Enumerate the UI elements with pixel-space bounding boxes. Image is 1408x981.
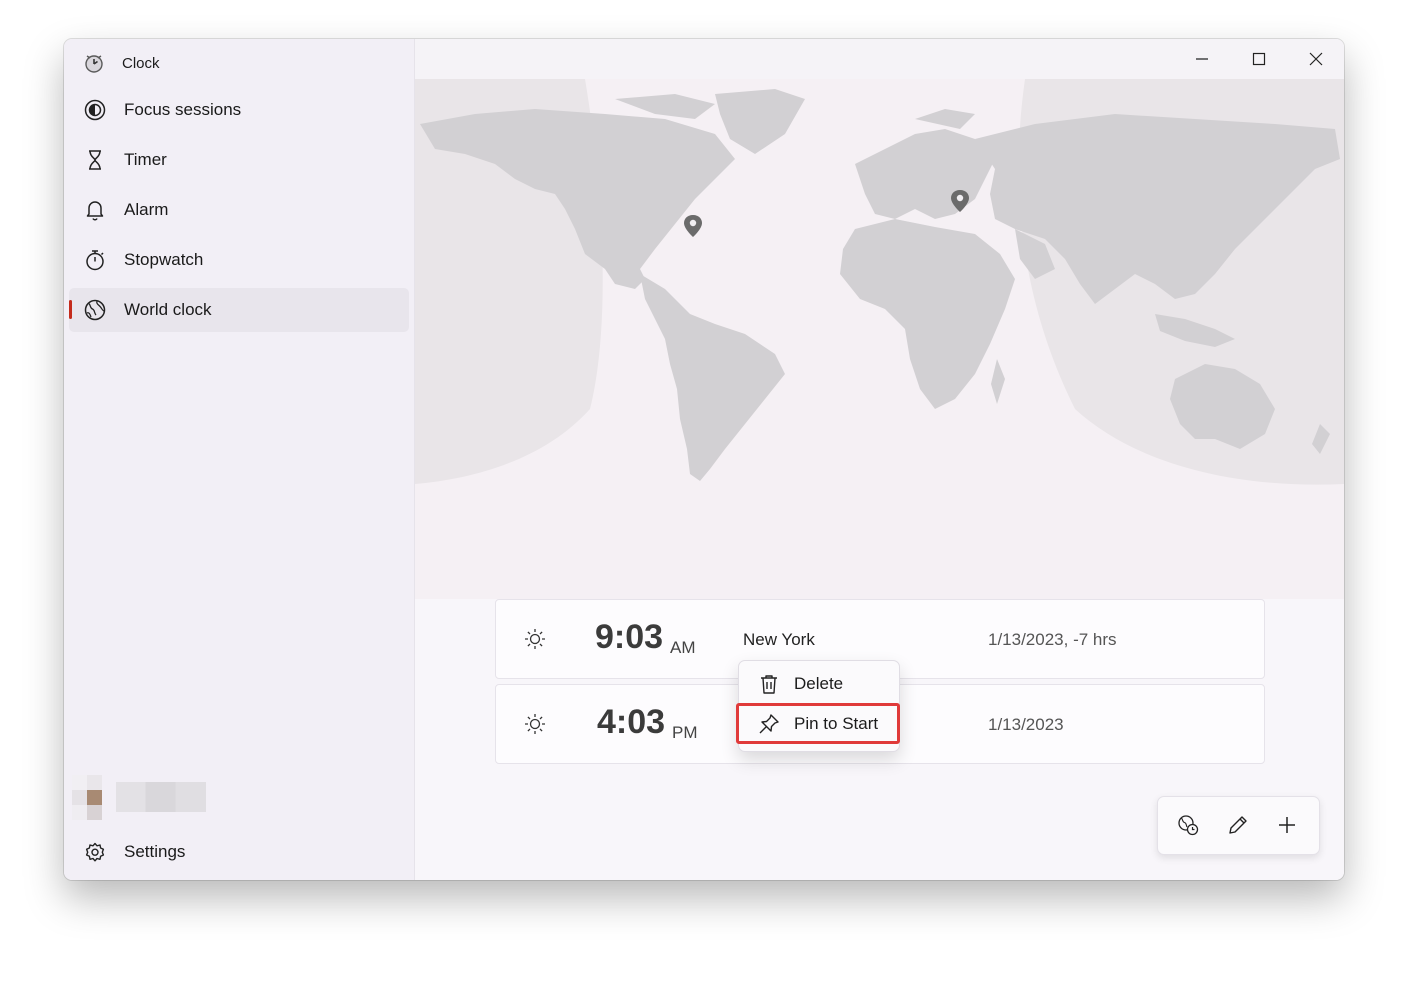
selection-indicator bbox=[69, 300, 72, 319]
main-content: 9:03 AM New York 1/13/2023, -7 hrs 4:03 … bbox=[415, 39, 1344, 880]
world-map bbox=[415, 79, 1344, 599]
add-city-button[interactable] bbox=[1273, 811, 1301, 839]
app-title: Clock bbox=[122, 54, 160, 72]
maximize-icon bbox=[1252, 52, 1265, 66]
delete-menu-item[interactable]: Delete bbox=[743, 666, 895, 702]
nav-item-label: Stopwatch bbox=[124, 250, 204, 269]
clock-city: New York bbox=[743, 630, 815, 649]
nav-item-timer[interactable]: Timer bbox=[69, 138, 409, 182]
maximize-button[interactable] bbox=[1230, 39, 1287, 79]
compare-globe-clock-icon bbox=[1178, 815, 1199, 836]
clock-window: Clock Focus sessions Timer Alarm Stopwat… bbox=[64, 39, 1344, 880]
compare-times-button[interactable] bbox=[1174, 811, 1202, 839]
menu-item-label: Delete bbox=[794, 674, 844, 693]
nav-item-settings[interactable]: Settings bbox=[69, 830, 409, 874]
minimize-button[interactable] bbox=[1173, 39, 1230, 79]
plus-icon bbox=[1279, 817, 1295, 833]
clock-time: 4:03 bbox=[597, 703, 666, 741]
clock-ampm: PM bbox=[672, 723, 698, 742]
clock-date: 1/13/2023, -7 hrs bbox=[988, 630, 1117, 649]
navigation-pane: Clock Focus sessions Timer Alarm Stopwat… bbox=[64, 39, 415, 880]
nav-item-alarm[interactable]: Alarm bbox=[69, 188, 409, 232]
nav-item-focus-sessions[interactable]: Focus sessions bbox=[69, 88, 409, 132]
stopwatch-icon bbox=[86, 250, 104, 271]
sun-icon bbox=[525, 629, 545, 649]
user-account[interactable] bbox=[72, 775, 206, 820]
location-pin-icon bbox=[684, 215, 702, 237]
nav-item-stopwatch[interactable]: Stopwatch bbox=[69, 238, 409, 282]
pencil-icon bbox=[1229, 816, 1247, 834]
title-bar bbox=[415, 39, 1344, 79]
nav-item-label: World clock bbox=[124, 300, 212, 319]
nav-item-label: Settings bbox=[124, 842, 186, 861]
clock-date: 1/13/2023 bbox=[988, 715, 1064, 734]
trash-icon bbox=[761, 675, 777, 694]
edit-button[interactable] bbox=[1224, 811, 1252, 839]
app-title-bar: Clock bbox=[84, 51, 160, 75]
clock-app-icon bbox=[85, 55, 103, 73]
minimize-icon bbox=[1195, 58, 1208, 60]
highlight-box bbox=[736, 703, 900, 744]
nav-item-label: Focus sessions bbox=[124, 100, 242, 119]
avatar bbox=[72, 775, 102, 820]
close-icon bbox=[1309, 52, 1322, 66]
hourglass-icon bbox=[89, 150, 101, 170]
gear-icon bbox=[85, 842, 105, 862]
nav-item-world-clock[interactable]: World clock bbox=[69, 288, 409, 332]
sun-icon bbox=[525, 714, 545, 734]
user-name-blurred bbox=[116, 782, 206, 812]
nav-item-label: Timer bbox=[124, 150, 167, 169]
focus-icon bbox=[84, 99, 106, 121]
globe-icon bbox=[84, 299, 106, 321]
world-clock-toolbar bbox=[1157, 796, 1320, 855]
clock-ampm: AM bbox=[670, 638, 696, 657]
nav-item-label: Alarm bbox=[124, 200, 169, 219]
bell-icon bbox=[86, 201, 104, 221]
clock-time: 9:03 bbox=[595, 618, 664, 656]
close-button[interactable] bbox=[1287, 39, 1344, 79]
